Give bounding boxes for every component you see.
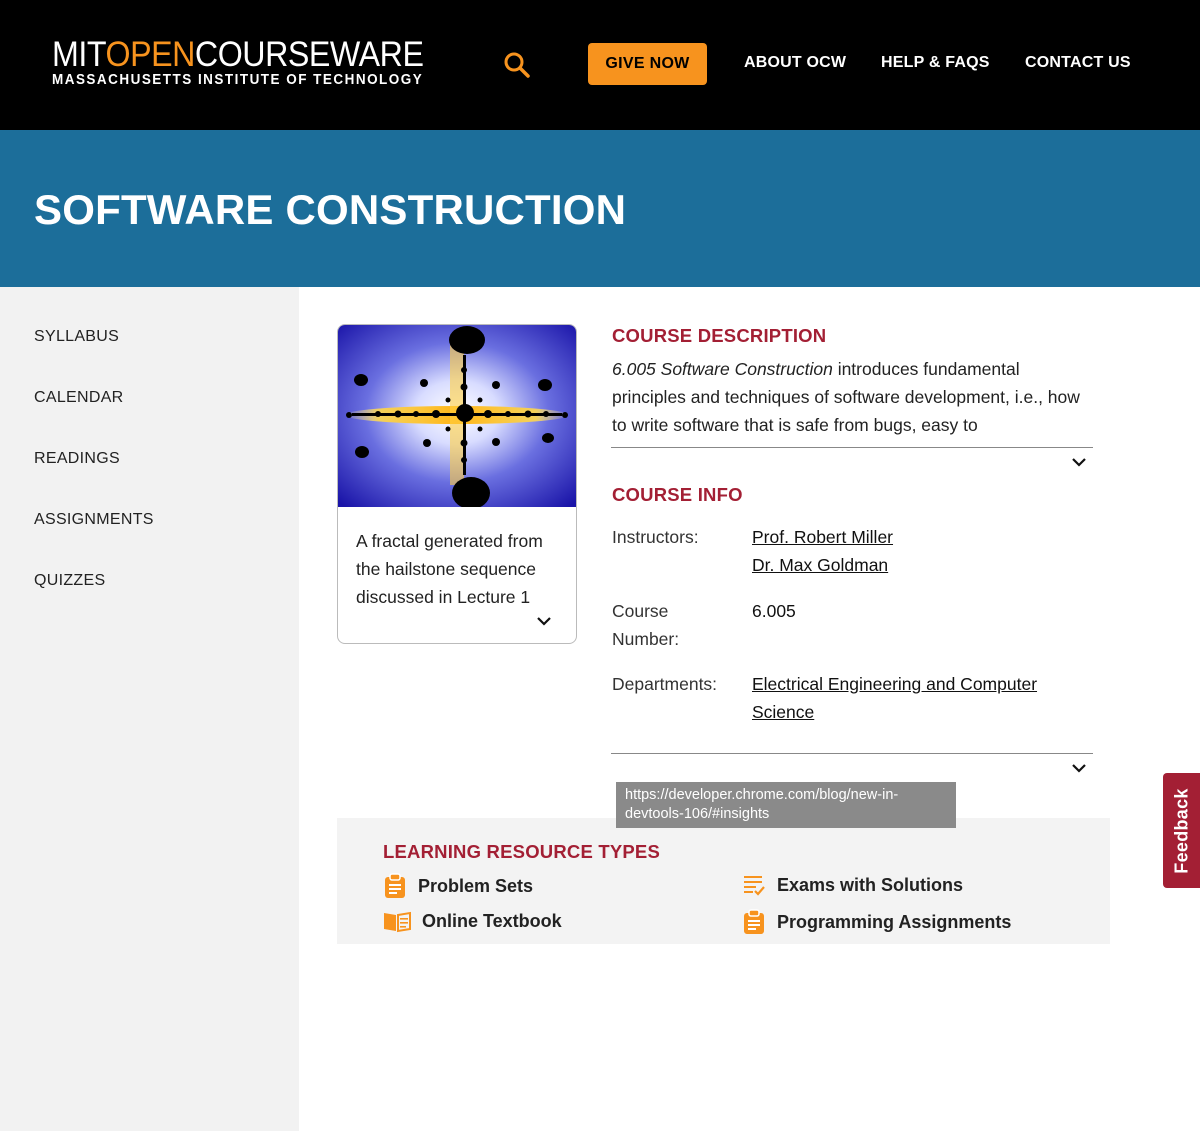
logo-mit: MIT — [52, 35, 106, 74]
logo-wordmark: MITOPENCOURSEWARE — [52, 35, 424, 74]
instructor-link[interactable]: Prof. Robert Miller — [752, 523, 893, 551]
instructor-link[interactable]: Dr. Max Goldman — [752, 551, 888, 579]
course-description-heading: COURSE DESCRIPTION — [612, 325, 827, 346]
mit-ocw-logo[interactable]: MITOPENCOURSEWARE MASSACHUSETTS INSTITUT… — [52, 35, 424, 94]
instructors-label: Instructors: — [612, 527, 699, 547]
resource-programming-assignments[interactable]: Programming Assignments — [742, 909, 1011, 935]
sidebar-item-assignments[interactable]: ASSIGNMENTS — [34, 511, 154, 529]
logo-subtitle: MASSACHUSETTS INSTITUTE OF TECHNOLOGY — [52, 72, 424, 88]
course-sidebar: SYLLABUS CALENDAR READINGS ASSIGNMENTS Q… — [0, 287, 299, 1131]
course-title: SOFTWARE CONSTRUCTION — [34, 186, 627, 233]
course-number-label-line2: Number: — [612, 629, 680, 649]
course-banner: SOFTWARE CONSTRUCTION — [0, 130, 1200, 287]
instructor-link-goldman[interactable]: Dr. Max Goldman — [752, 555, 888, 575]
feedback-tab[interactable]: Feedback — [1163, 773, 1200, 888]
resource-problem-sets[interactable]: Problem Sets — [383, 873, 533, 899]
logo-open: OPEN — [105, 35, 195, 74]
learning-resource-types: LEARNING RESOURCE TYPES Problem Sets Exa… — [337, 818, 1110, 944]
course-number-label-line1: Course — [612, 601, 669, 621]
tooltip-line2: devtools-106/#insights — [625, 806, 770, 822]
divider — [611, 447, 1093, 448]
resource-label: Problem Sets — [418, 875, 534, 896]
chevron-down-icon[interactable] — [536, 613, 552, 629]
course-description-text: 6.005 Software Construction introduces f… — [612, 355, 1082, 439]
resource-online-textbook[interactable]: Online Textbook — [383, 909, 562, 933]
nav-contact-us[interactable]: CONTACT US — [1025, 54, 1131, 72]
course-number-value: 6.005 — [752, 601, 796, 621]
learning-resource-heading: LEARNING RESOURCE TYPES — [383, 841, 660, 862]
logo-courseware: COURSEWARE — [194, 35, 424, 74]
course-info-heading: COURSE INFO — [612, 484, 743, 505]
sidebar-item-quizzes[interactable]: QUIZZES — [34, 572, 105, 590]
sidebar-item-syllabus[interactable]: SYLLABUS — [34, 328, 119, 346]
department-link[interactable]: Science — [752, 698, 814, 726]
search-icon[interactable] — [502, 50, 532, 80]
nav-help-faqs[interactable]: HELP & FAQS — [881, 54, 990, 72]
chevron-down-icon[interactable] — [1071, 760, 1087, 776]
sidebar-item-readings[interactable]: READINGS — [34, 450, 120, 468]
departments-label: Departments: — [612, 674, 718, 694]
resource-label: Online Textbook — [422, 910, 562, 931]
clipboard-icon — [744, 909, 764, 934]
resource-label: Programming Assignments — [777, 911, 1012, 932]
department-link[interactable]: Electrical Engineering and Computer — [752, 670, 1037, 698]
tooltip-line1: https://developer.chrome.com/blog/new-in… — [625, 787, 899, 803]
give-now-button[interactable]: GIVE NOW — [588, 43, 707, 85]
resource-label: Exams with Solutions — [777, 874, 964, 895]
clipboard-icon — [385, 873, 405, 898]
sidebar-item-calendar[interactable]: CALENDAR — [34, 389, 124, 407]
resource-exams-with-solutions[interactable]: Exams with Solutions — [742, 873, 963, 897]
course-image-card: A fractal generated from the hailstone s… — [337, 324, 577, 644]
department-link-line2[interactable]: Science — [752, 702, 814, 722]
link-url-tooltip: https://developer.chrome.com/blog/new-in… — [616, 782, 956, 828]
fractal-image — [338, 325, 576, 507]
feedback-label: Feedback — [1171, 787, 1191, 874]
site-header: MITOPENCOURSEWARE MASSACHUSETTS INSTITUT… — [0, 0, 1200, 130]
open-book-icon — [384, 911, 411, 933]
nav-about-ocw[interactable]: ABOUT OCW — [744, 54, 846, 72]
image-caption: A fractal generated from the hailstone s… — [356, 531, 543, 607]
department-link-line1[interactable]: Electrical Engineering and Computer — [752, 674, 1037, 694]
instructor-link-miller[interactable]: Prof. Robert Miller — [752, 527, 893, 547]
course-name-italic: 6.005 Software Construction — [612, 359, 833, 379]
divider — [611, 753, 1093, 754]
chevron-down-icon[interactable] — [1071, 454, 1087, 470]
checklist-icon — [744, 876, 765, 896]
